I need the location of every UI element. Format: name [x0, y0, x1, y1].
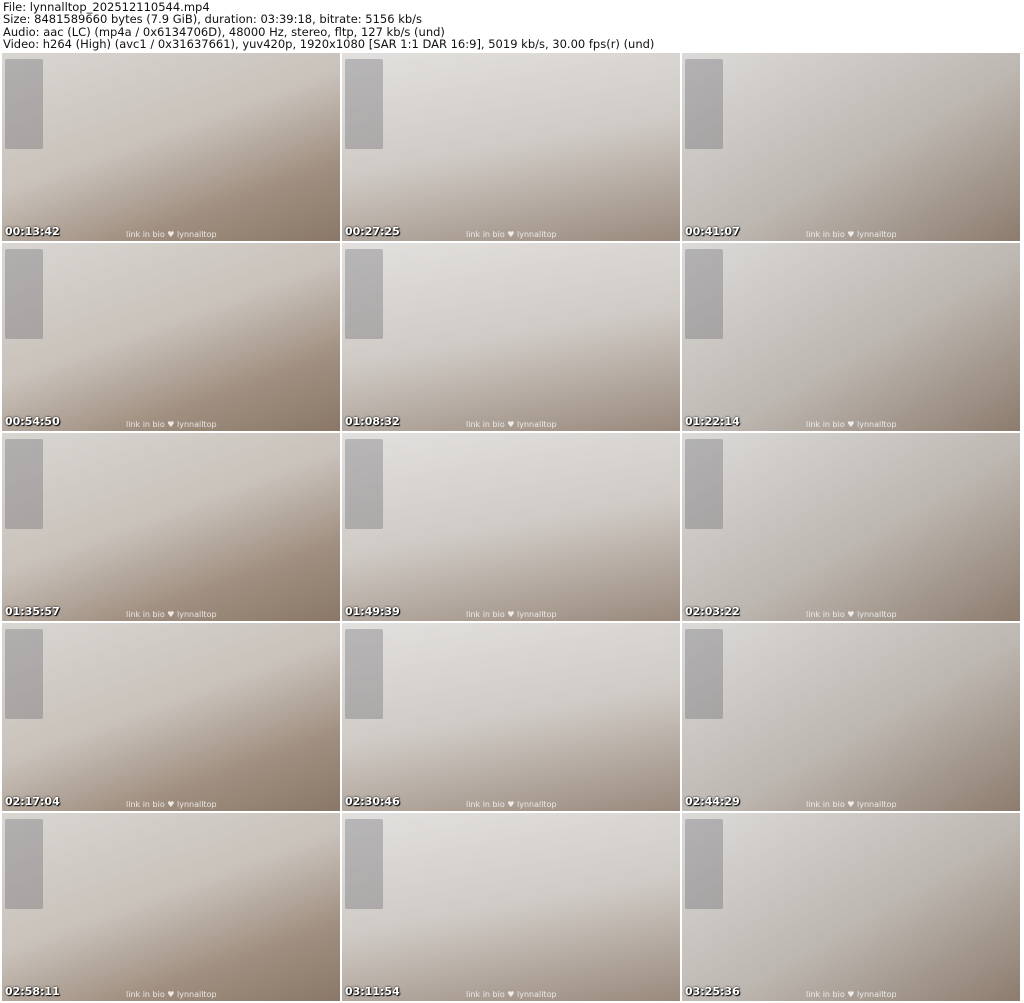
thumbnail[interactable]: link in bio ♥ lynnalltop 02:30:46 [342, 623, 680, 811]
watermark: link in bio ♥ lynnalltop [126, 990, 217, 999]
thumbnail[interactable]: link in bio ♥ lynnalltop 02:03:22 [682, 433, 1020, 621]
thumbnail[interactable]: link in bio ♥ lynnalltop 01:22:14 [682, 243, 1020, 431]
timestamp: 02:44:29 [685, 795, 740, 808]
file-size: Size: 8481589660 bytes (7.9 GiB), durati… [3, 12, 423, 27]
thumbnail[interactable]: link in bio ♥ lynnalltop 03:25:36 [682, 813, 1020, 1001]
overlay-panel [345, 249, 383, 339]
timestamp: 03:11:54 [345, 985, 400, 998]
timestamp: 01:35:57 [5, 605, 60, 618]
watermark: link in bio ♥ lynnalltop [466, 990, 557, 999]
overlay-panel [5, 629, 43, 719]
watermark: link in bio ♥ lynnalltop [466, 800, 557, 809]
thumbnail[interactable]: link in bio ♥ lynnalltop 02:44:29 [682, 623, 1020, 811]
overlay-panel [345, 629, 383, 719]
watermark: link in bio ♥ lynnalltop [126, 420, 217, 429]
overlay-panel [685, 439, 723, 529]
overlay-panel [345, 819, 383, 909]
timestamp: 02:30:46 [345, 795, 400, 808]
watermark: link in bio ♥ lynnalltop [806, 230, 897, 239]
timestamp: 01:49:39 [345, 605, 400, 618]
overlay-panel [685, 59, 723, 149]
video-info: Video: h264 (High) (avc1 / 0x31637661), … [3, 36, 655, 51]
thumbnail[interactable]: link in bio ♥ lynnalltop 01:49:39 [342, 433, 680, 621]
thumbnail-grid: link in bio ♥ lynnalltop 00:13:42 link in … [2, 53, 1020, 1001]
file-info: File: lynnalltop_202512110544.mp4 Size: … [3, 1, 654, 50]
overlay-panel [685, 629, 723, 719]
timestamp: 00:13:42 [5, 225, 60, 238]
overlay-panel [5, 59, 43, 149]
overlay-panel [5, 819, 43, 909]
timestamp: 00:41:07 [685, 225, 740, 238]
thumbnail[interactable]: link in bio ♥ lynnalltop 01:08:32 [342, 243, 680, 431]
thumbnail[interactable]: link in bio ♥ lynnalltop 00:27:25 [342, 53, 680, 241]
timestamp: 01:08:32 [345, 415, 400, 428]
overlay-panel [5, 249, 43, 339]
watermark: link in bio ♥ lynnalltop [466, 420, 557, 429]
overlay-panel [685, 819, 723, 909]
watermark: link in bio ♥ lynnalltop [806, 800, 897, 809]
thumbnail[interactable]: link in bio ♥ lynnalltop 00:41:07 [682, 53, 1020, 241]
overlay-panel [5, 439, 43, 529]
watermark: link in bio ♥ lynnalltop [126, 610, 217, 619]
watermark: link in bio ♥ lynnalltop [806, 610, 897, 619]
watermark: link in bio ♥ lynnalltop [806, 420, 897, 429]
thumbnail[interactable]: link in bio ♥ lynnalltop 00:13:42 [2, 53, 340, 241]
overlay-panel [345, 439, 383, 529]
timestamp: 02:17:04 [5, 795, 60, 808]
thumbnail[interactable]: link in bio ♥ lynnalltop 01:35:57 [2, 433, 340, 621]
thumbnail[interactable]: link in bio ♥ lynnalltop 02:17:04 [2, 623, 340, 811]
timestamp: 01:22:14 [685, 415, 740, 428]
watermark: link in bio ♥ lynnalltop [126, 230, 217, 239]
timestamp: 02:03:22 [685, 605, 740, 618]
thumbnail[interactable]: link in bio ♥ lynnalltop 02:58:11 [2, 813, 340, 1001]
overlay-panel [685, 249, 723, 339]
watermark: link in bio ♥ lynnalltop [806, 990, 897, 999]
overlay-panel [345, 59, 383, 149]
timestamp: 00:54:50 [5, 415, 60, 428]
watermark: link in bio ♥ lynnalltop [466, 230, 557, 239]
watermark: link in bio ♥ lynnalltop [126, 800, 217, 809]
timestamp: 00:27:25 [345, 225, 400, 238]
timestamp: 03:25:36 [685, 985, 740, 998]
timestamp: 02:58:11 [5, 985, 60, 998]
watermark: link in bio ♥ lynnalltop [466, 610, 557, 619]
thumbnail[interactable]: link in bio ♥ lynnalltop 00:54:50 [2, 243, 340, 431]
thumbnail[interactable]: link in bio ♥ lynnalltop 03:11:54 [342, 813, 680, 1001]
